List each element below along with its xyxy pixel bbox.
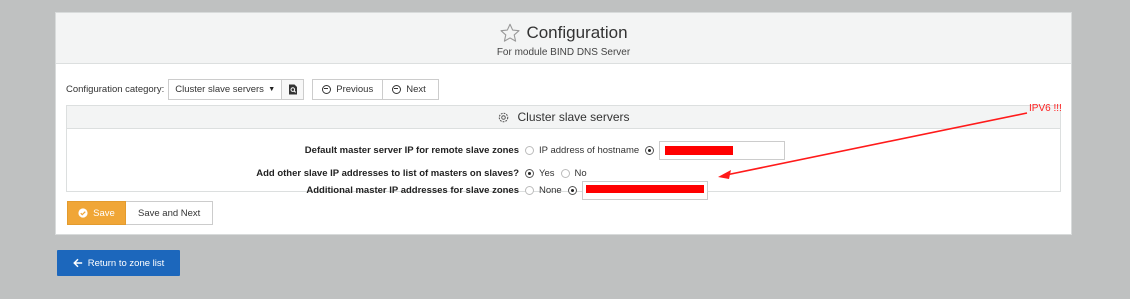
annotation-arrow <box>718 112 1028 179</box>
annotation-text: IPV6 !!! <box>1029 103 1062 114</box>
